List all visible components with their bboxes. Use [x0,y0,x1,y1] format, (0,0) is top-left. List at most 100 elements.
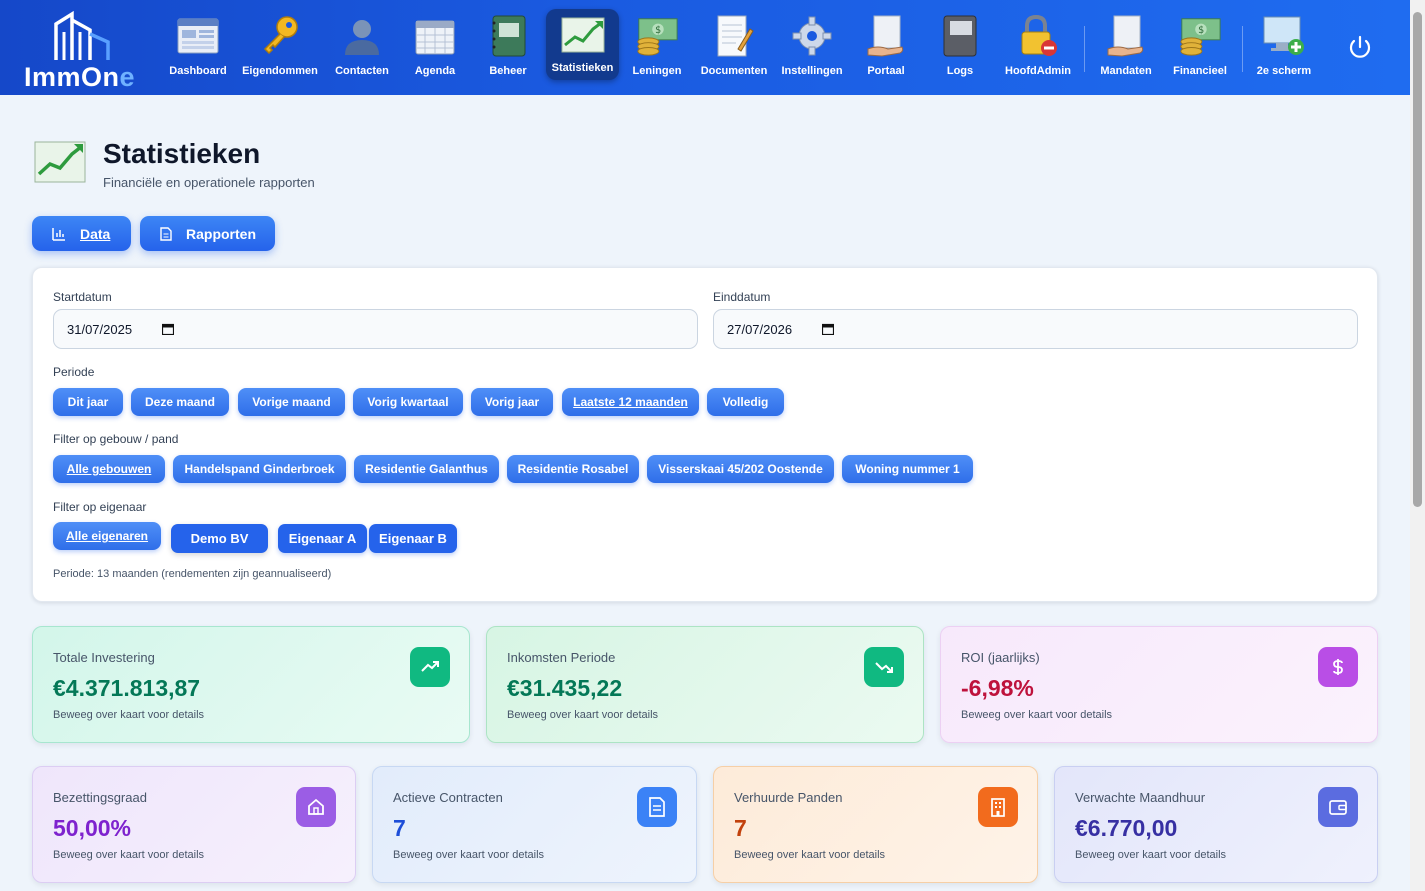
money-coins-icon: $ [635,14,679,58]
nav-instellingen[interactable]: Instellingen [781,8,843,84]
stat-label: Totale Investering [53,650,155,665]
building-icon [978,787,1018,827]
trending-up-icon [410,647,450,687]
svg-text:$: $ [1198,25,1204,36]
stat-card-verwachte-maandhuur[interactable]: Verwachte Maandhuur €6.770,00 Beweeg ove… [1054,766,1378,883]
stat-card-verhuurde-panden[interactable]: Verhuurde Panden 7 Beweeg over kaart voo… [713,766,1038,883]
nav-hoofdadmin[interactable]: HoofdAdmin [1004,8,1072,84]
stat-label: Verhuurde Panden [734,790,843,805]
stat-hint: Beweeg over kaart voor details [961,709,1113,721]
stat-value: €31.435,22 [507,675,623,701]
monitor-add-icon [1262,14,1306,58]
top-navigation-bar: ImmOne Dashboard Eigendommen Contacten A… [0,0,1410,95]
period-label: Periode [53,365,95,379]
period-chip-vorig-kwartaal[interactable]: Vorig kwartaal [353,388,463,416]
building-chip[interactable]: Handelspand Ginderbroek [173,455,346,483]
nav-contacten[interactable]: Contacten [333,8,391,84]
nav-label: Eigendommen [242,65,318,77]
stat-label: Inkomsten Periode [507,650,616,665]
nav-label: Financieel [1173,65,1227,77]
stat-card-totale-investering[interactable]: Totale Investering €4.371.813,87 Beweeg … [32,626,470,743]
building-filter-label: Filter op gebouw / pand [53,432,179,446]
period-chip-deze-maand[interactable]: Deze maand [131,388,229,416]
building-chip-alle[interactable]: Alle gebouwen [53,455,165,483]
owner-chip-demo-bv[interactable]: Demo BV [171,524,268,553]
stat-label: Bezettingsgraad [53,790,147,805]
end-date-value: 27/07/2026 [727,321,793,337]
stat-card-inkomsten-periode[interactable]: Inkomsten Periode €31.435,22 Beweeg over… [486,626,924,743]
stat-hint: Beweeg over kaart voor details [1075,849,1227,861]
chart-trend-icon [34,138,86,186]
building-chip[interactable]: Residentie Galanthus [354,455,499,483]
period-chip-volledig[interactable]: Volledig [707,388,784,416]
nav-financieel[interactable]: $ Financieel [1172,8,1228,84]
owner-chip-eigenaar-a[interactable]: Eigenaar A [278,524,367,553]
stat-label: Verwachte Maandhuur [1075,790,1206,805]
key-icon [258,14,302,58]
calendar-icon [413,14,457,58]
nav-eigendommen[interactable]: Eigendommen [242,8,318,84]
stat-card-bezettingsgraad[interactable]: Bezettingsgraad 50,00% Beweeg over kaart… [32,766,356,883]
building-chip[interactable]: Visserskaai 45/202 Oostende [647,455,834,483]
building-chip[interactable]: Woning nummer 1 [842,455,973,483]
svg-text:$: $ [655,25,661,36]
owner-chip-alle[interactable]: Alle eigenaren [53,522,161,550]
ledger-book-icon [486,14,530,58]
nav-beheer[interactable]: Beheer [486,8,530,84]
tab-data[interactable]: Data [32,216,131,251]
money-coins-icon: $ [1178,14,1222,58]
end-date-input[interactable]: 27/07/2026 [713,309,1358,349]
nav-label: Portaal [867,65,905,77]
document-icon [160,226,172,241]
end-date-label: Einddatum [713,290,771,304]
start-date-input[interactable]: 31/07/2025 [53,309,698,349]
stat-card-roi[interactable]: ROI (jaarlijks) -6,98% Beweeg over kaart… [940,626,1378,743]
calendar-picker-icon[interactable] [162,323,175,335]
period-chip-vorig-jaar[interactable]: Vorig jaar [471,388,553,416]
nav-agenda[interactable]: Agenda [410,8,460,84]
start-date-label: Startdatum [53,290,112,304]
padlock-icon [1016,14,1060,58]
owner-chip-eigenaar-b[interactable]: Eigenaar B [369,524,457,553]
immone-logo[interactable]: ImmOne [24,10,149,92]
chart-trend-icon [561,13,605,57]
nav-logs[interactable]: Logs [938,8,982,84]
stat-value: €4.371.813,87 [53,675,201,701]
nav-documenten[interactable]: Documenten [700,8,768,84]
nav-mandaten[interactable]: Mandaten [1098,8,1154,84]
nav-leningen[interactable]: $ Leningen [630,8,684,84]
nav-label: Contacten [335,65,389,77]
stat-hint: Beweeg over kaart voor details [734,849,886,861]
document-pen-icon [712,14,756,58]
nav-portaal[interactable]: Portaal [860,8,912,84]
contact-person-icon [340,14,384,58]
bar-chart-icon [52,227,65,241]
mandate-hand-icon [1104,14,1148,58]
nav-label: Leningen [632,65,682,77]
stat-value: -6,98% [961,675,1034,701]
dollar-icon [1318,647,1358,687]
calendar-picker-icon[interactable] [822,323,835,335]
tab-rapporten[interactable]: Rapporten [140,216,275,251]
period-chip-laatste-12-maanden[interactable]: Laatste 12 maanden [562,388,699,416]
stat-value: 7 [734,815,747,841]
stat-hint: Beweeg over kaart voor details [393,849,545,861]
nav-statistieken[interactable]: Statistieken [546,9,619,80]
stat-hint: Beweeg over kaart voor details [53,849,205,861]
power-icon[interactable] [1346,34,1374,62]
nav-label: Statistieken [551,62,614,74]
nav-divider [1084,26,1085,72]
tab-rapporten-label: Rapporten [186,225,256,242]
dashboard-icon [176,14,220,58]
scrollbar-thumb[interactable] [1413,12,1422,507]
nav-dashboard[interactable]: Dashboard [168,8,228,84]
building-chip[interactable]: Residentie Rosabel [507,455,639,483]
contract-document-icon [637,787,677,827]
stat-value: €6.770,00 [1075,815,1178,841]
start-date-value: 31/07/2025 [67,321,133,337]
period-chip-dit-jaar[interactable]: Dit jaar [53,388,123,416]
nav-second-screen[interactable]: 2e scherm [1256,8,1312,84]
period-chip-vorige-maand[interactable]: Vorige maand [238,388,345,416]
stat-card-actieve-contracten[interactable]: Actieve Contracten 7 Beweeg over kaart v… [372,766,697,883]
stat-value: 50,00% [53,815,132,841]
